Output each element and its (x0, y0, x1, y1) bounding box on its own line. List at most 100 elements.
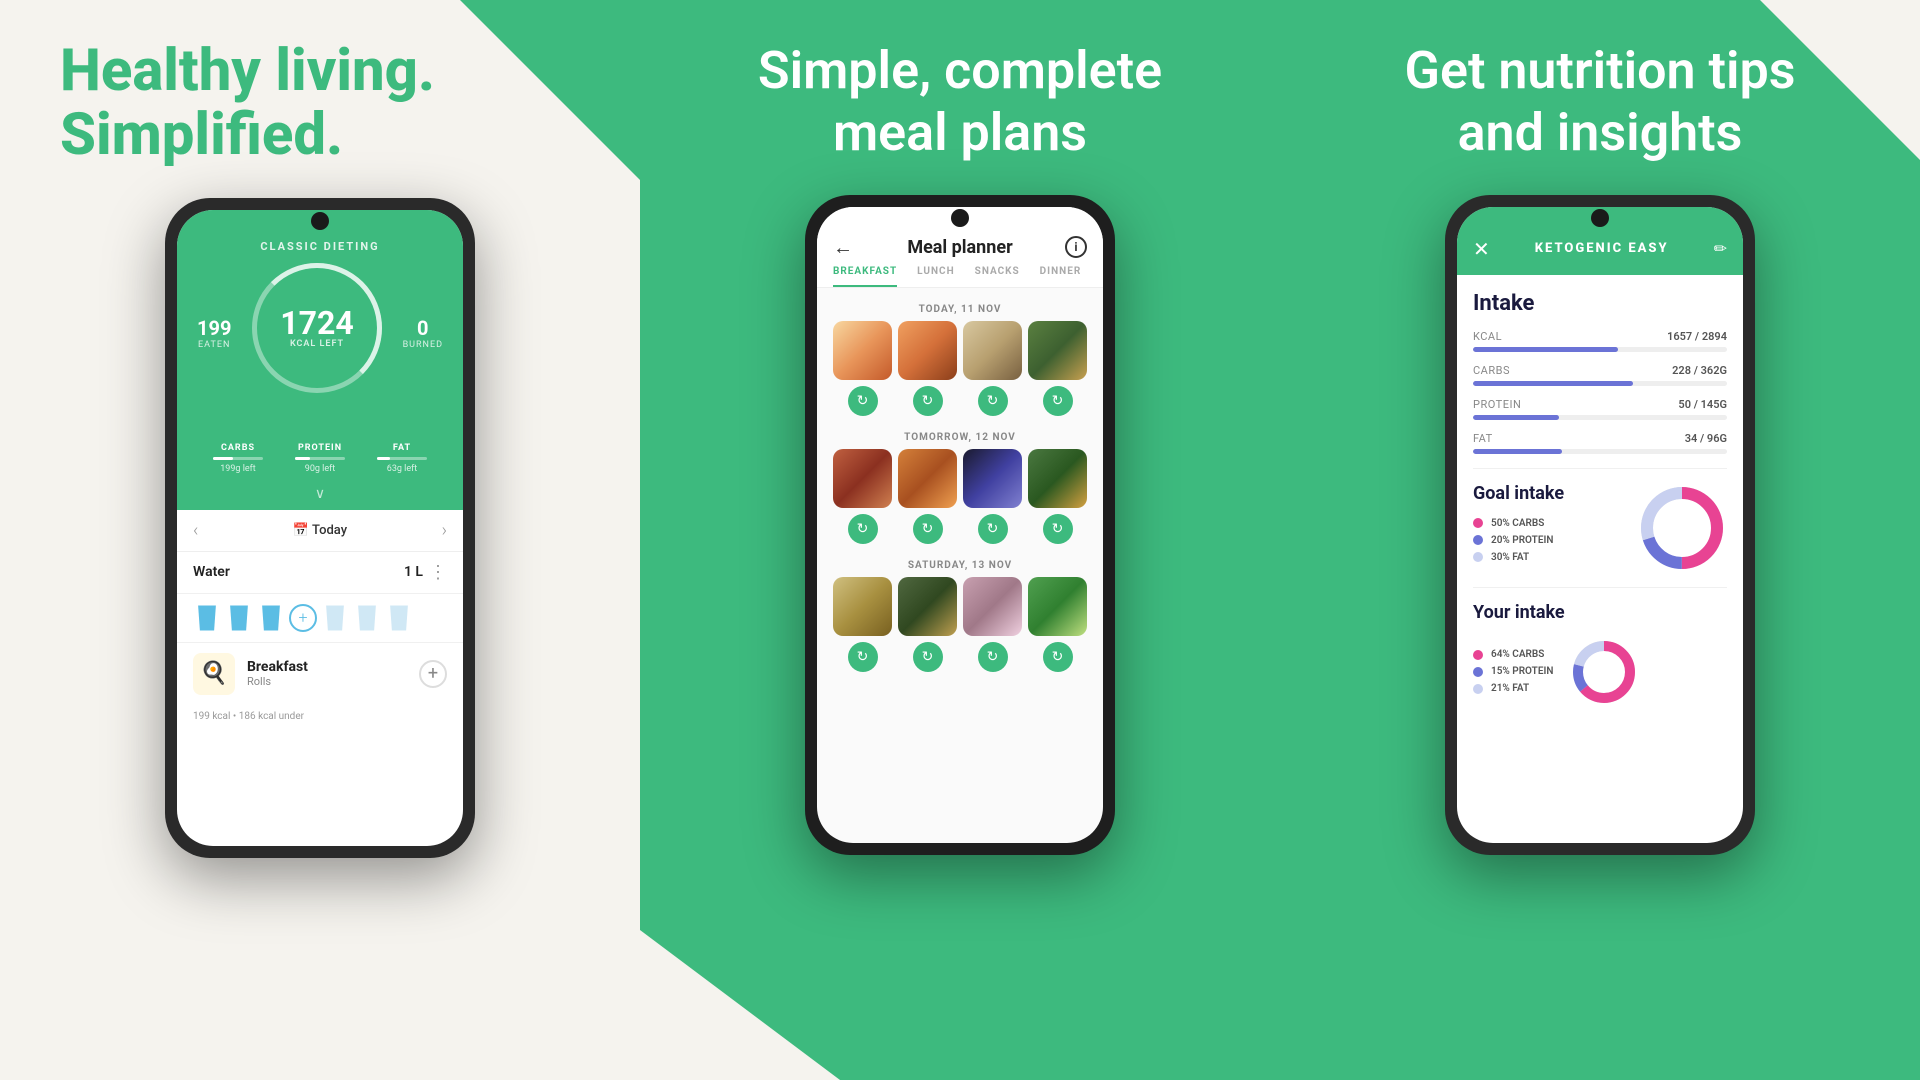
next-day-button[interactable]: › (442, 520, 447, 541)
phone-mockup-3: ✕ KETOGENIC EASY ✏ Intake KCAL 1657 / 28… (1445, 195, 1755, 855)
refresh-sat-3[interactable]: ↻ (978, 642, 1008, 672)
add-meal-button[interactable]: + (419, 660, 447, 688)
water-title: Water (193, 564, 230, 580)
macro-protein-left: 90g left (295, 464, 345, 474)
calendar-icon: 📅 (293, 523, 312, 538)
tab-dinner[interactable]: DINNER (1040, 266, 1082, 287)
fat-legend-label: 30% FAT (1491, 552, 1529, 563)
meal-thumb-today-4[interactable] (1028, 321, 1087, 380)
meal-thumb-tmrw-2[interactable] (898, 449, 957, 508)
back-button[interactable]: ← (833, 235, 853, 260)
intake-carbs-dot (1473, 650, 1483, 660)
day-label-saturday: SATURDAY, 13 NOV (833, 552, 1087, 577)
heading-line2: Simplified. (60, 101, 343, 169)
meal-grid-tomorrow (833, 449, 1087, 508)
kcal-value: 1657 / 2894 (1667, 330, 1727, 343)
tab-breakfast[interactable]: BREAKFAST (833, 266, 897, 287)
refresh-tmrw-2[interactable]: ↻ (913, 514, 943, 544)
your-intake-row: 64% CARBS 15% PROTEIN 21% FAT (1473, 637, 1727, 707)
day-label-today: TODAY, 11 NOV (833, 296, 1087, 321)
protein-row: PROTEIN 50 / 145G (1473, 398, 1727, 420)
kcal-row: KCAL 1657 / 2894 (1473, 330, 1727, 352)
meal-thumb-today-3[interactable] (963, 321, 1022, 380)
water-more-icon[interactable]: ⋮ (429, 562, 447, 583)
water-cup-6 (385, 602, 413, 634)
diet-label: KETOGENIC EASY (1535, 241, 1669, 256)
phone-mockup-1: CLASSIC DIETING 199 EATEN 1724 KCAL LEFT (165, 198, 475, 858)
carbs-label: CARBS (1473, 364, 1510, 377)
water-cup-5 (353, 602, 381, 634)
carbs-row: CARBS 228 / 362G (1473, 364, 1727, 386)
your-intake-title: Your intake (1473, 602, 1727, 623)
kcal-left-label: KCAL LEFT (290, 339, 344, 349)
meal-thumb-sat-4[interactable] (1028, 577, 1087, 636)
fat-bar (1473, 449, 1562, 454)
refresh-sat-4[interactable]: ↻ (1043, 642, 1073, 672)
meal-thumb-sat-1[interactable] (833, 577, 892, 636)
intake-section-title: Intake (1473, 291, 1727, 316)
refresh-today-4[interactable]: ↻ (1043, 386, 1073, 416)
refresh-sat-2[interactable]: ↻ (913, 642, 943, 672)
refresh-sat-1[interactable]: ↻ (848, 642, 878, 672)
meal-name: Breakfast (247, 659, 407, 675)
intake-legend-protein: 15% PROTEIN (1473, 666, 1553, 677)
meal-thumb-sat-2[interactable] (898, 577, 957, 636)
kcal-left-value: 1724 (280, 307, 353, 339)
panel-nutrition-tips: Get nutrition tips and insights ✕ KETOGE… (1280, 0, 1920, 1080)
fat-label: FAT (1473, 432, 1493, 445)
intake-protein-label: 15% PROTEIN (1491, 666, 1553, 677)
meal-thumb-today-2[interactable] (898, 321, 957, 380)
goal-donut-chart (1637, 483, 1727, 573)
intake-legend: 64% CARBS 15% PROTEIN 21% FAT (1473, 649, 1553, 694)
legend-protein: 20% PROTEIN (1473, 535, 1621, 546)
heading-line1: Healthy living. (60, 37, 435, 105)
meal-grid-saturday (833, 577, 1087, 636)
refresh-tmrw-4[interactable]: ↻ (1043, 514, 1073, 544)
day-today: TODAY, 11 NOV ↻ ↻ ↻ ↻ (833, 296, 1087, 416)
meal-thumb-today-1[interactable] (833, 321, 892, 380)
your-intake-section: Your intake 64% CARBS 15% PRO (1473, 602, 1727, 707)
meal-thumb-tmrw-4[interactable] (1028, 449, 1087, 508)
edit-button[interactable]: ✏ (1714, 239, 1727, 258)
macro-carbs-label: CARBS (213, 443, 263, 453)
phone-camera (311, 212, 329, 230)
panel-healthy-living: Healthy living. Simplified. CLASSIC DIET… (0, 0, 640, 1080)
meal-thumb-sat-3[interactable] (963, 577, 1022, 636)
tab-snacks[interactable]: SNACKS (975, 266, 1020, 287)
intake-protein-dot (1473, 667, 1483, 677)
section-divider (1473, 468, 1727, 469)
carbs-bar (1473, 381, 1633, 386)
your-intake-donut-chart (1569, 637, 1639, 707)
refresh-tmrw-3[interactable]: ↻ (978, 514, 1008, 544)
section-divider-2 (1473, 587, 1727, 588)
goal-legend: 50% CARBS 20% PROTEIN 30% FAT (1473, 518, 1621, 563)
phone3-camera (1591, 209, 1609, 227)
water-amount: 1 L (404, 564, 423, 580)
refresh-today-3[interactable]: ↻ (978, 386, 1008, 416)
eaten-label: EATEN (197, 340, 231, 350)
refresh-today-1[interactable]: ↻ (848, 386, 878, 416)
meal-thumb-tmrw-3[interactable] (963, 449, 1022, 508)
kcal-bar (1473, 347, 1618, 352)
carbs-legend-dot (1473, 518, 1483, 528)
protein-legend-label: 20% PROTEIN (1491, 535, 1553, 546)
prev-day-button[interactable]: ‹ (193, 520, 198, 541)
panel1-heading: Healthy living. Simplified. (0, 0, 640, 188)
legend-fat: 30% FAT (1473, 552, 1621, 563)
water-cup-2 (225, 602, 253, 634)
close-button[interactable]: ✕ (1473, 237, 1490, 261)
refresh-today-2[interactable]: ↻ (913, 386, 943, 416)
water-cup-1 (193, 602, 221, 634)
panel2-heading: Simple, complete meal plans (640, 0, 1280, 185)
meal-sub: Rolls (247, 675, 407, 688)
phone-mockup-2: ← Meal planner i BREAKFAST LUNCH SNACKS … (805, 195, 1115, 855)
meal-thumb-tmrw-1[interactable] (833, 449, 892, 508)
intake-legend-carbs: 64% CARBS (1473, 649, 1553, 660)
tab-lunch[interactable]: LUNCH (917, 266, 955, 287)
legend-carbs: 50% CARBS (1473, 518, 1621, 529)
kcal-label: KCAL (1473, 330, 1502, 343)
refresh-tmrw-1[interactable]: ↻ (848, 514, 878, 544)
add-water-button[interactable]: + (289, 604, 317, 632)
carbs-legend-label: 50% CARBS (1491, 518, 1544, 529)
panel3-title: Get nutrition tips and insights (1340, 40, 1860, 165)
